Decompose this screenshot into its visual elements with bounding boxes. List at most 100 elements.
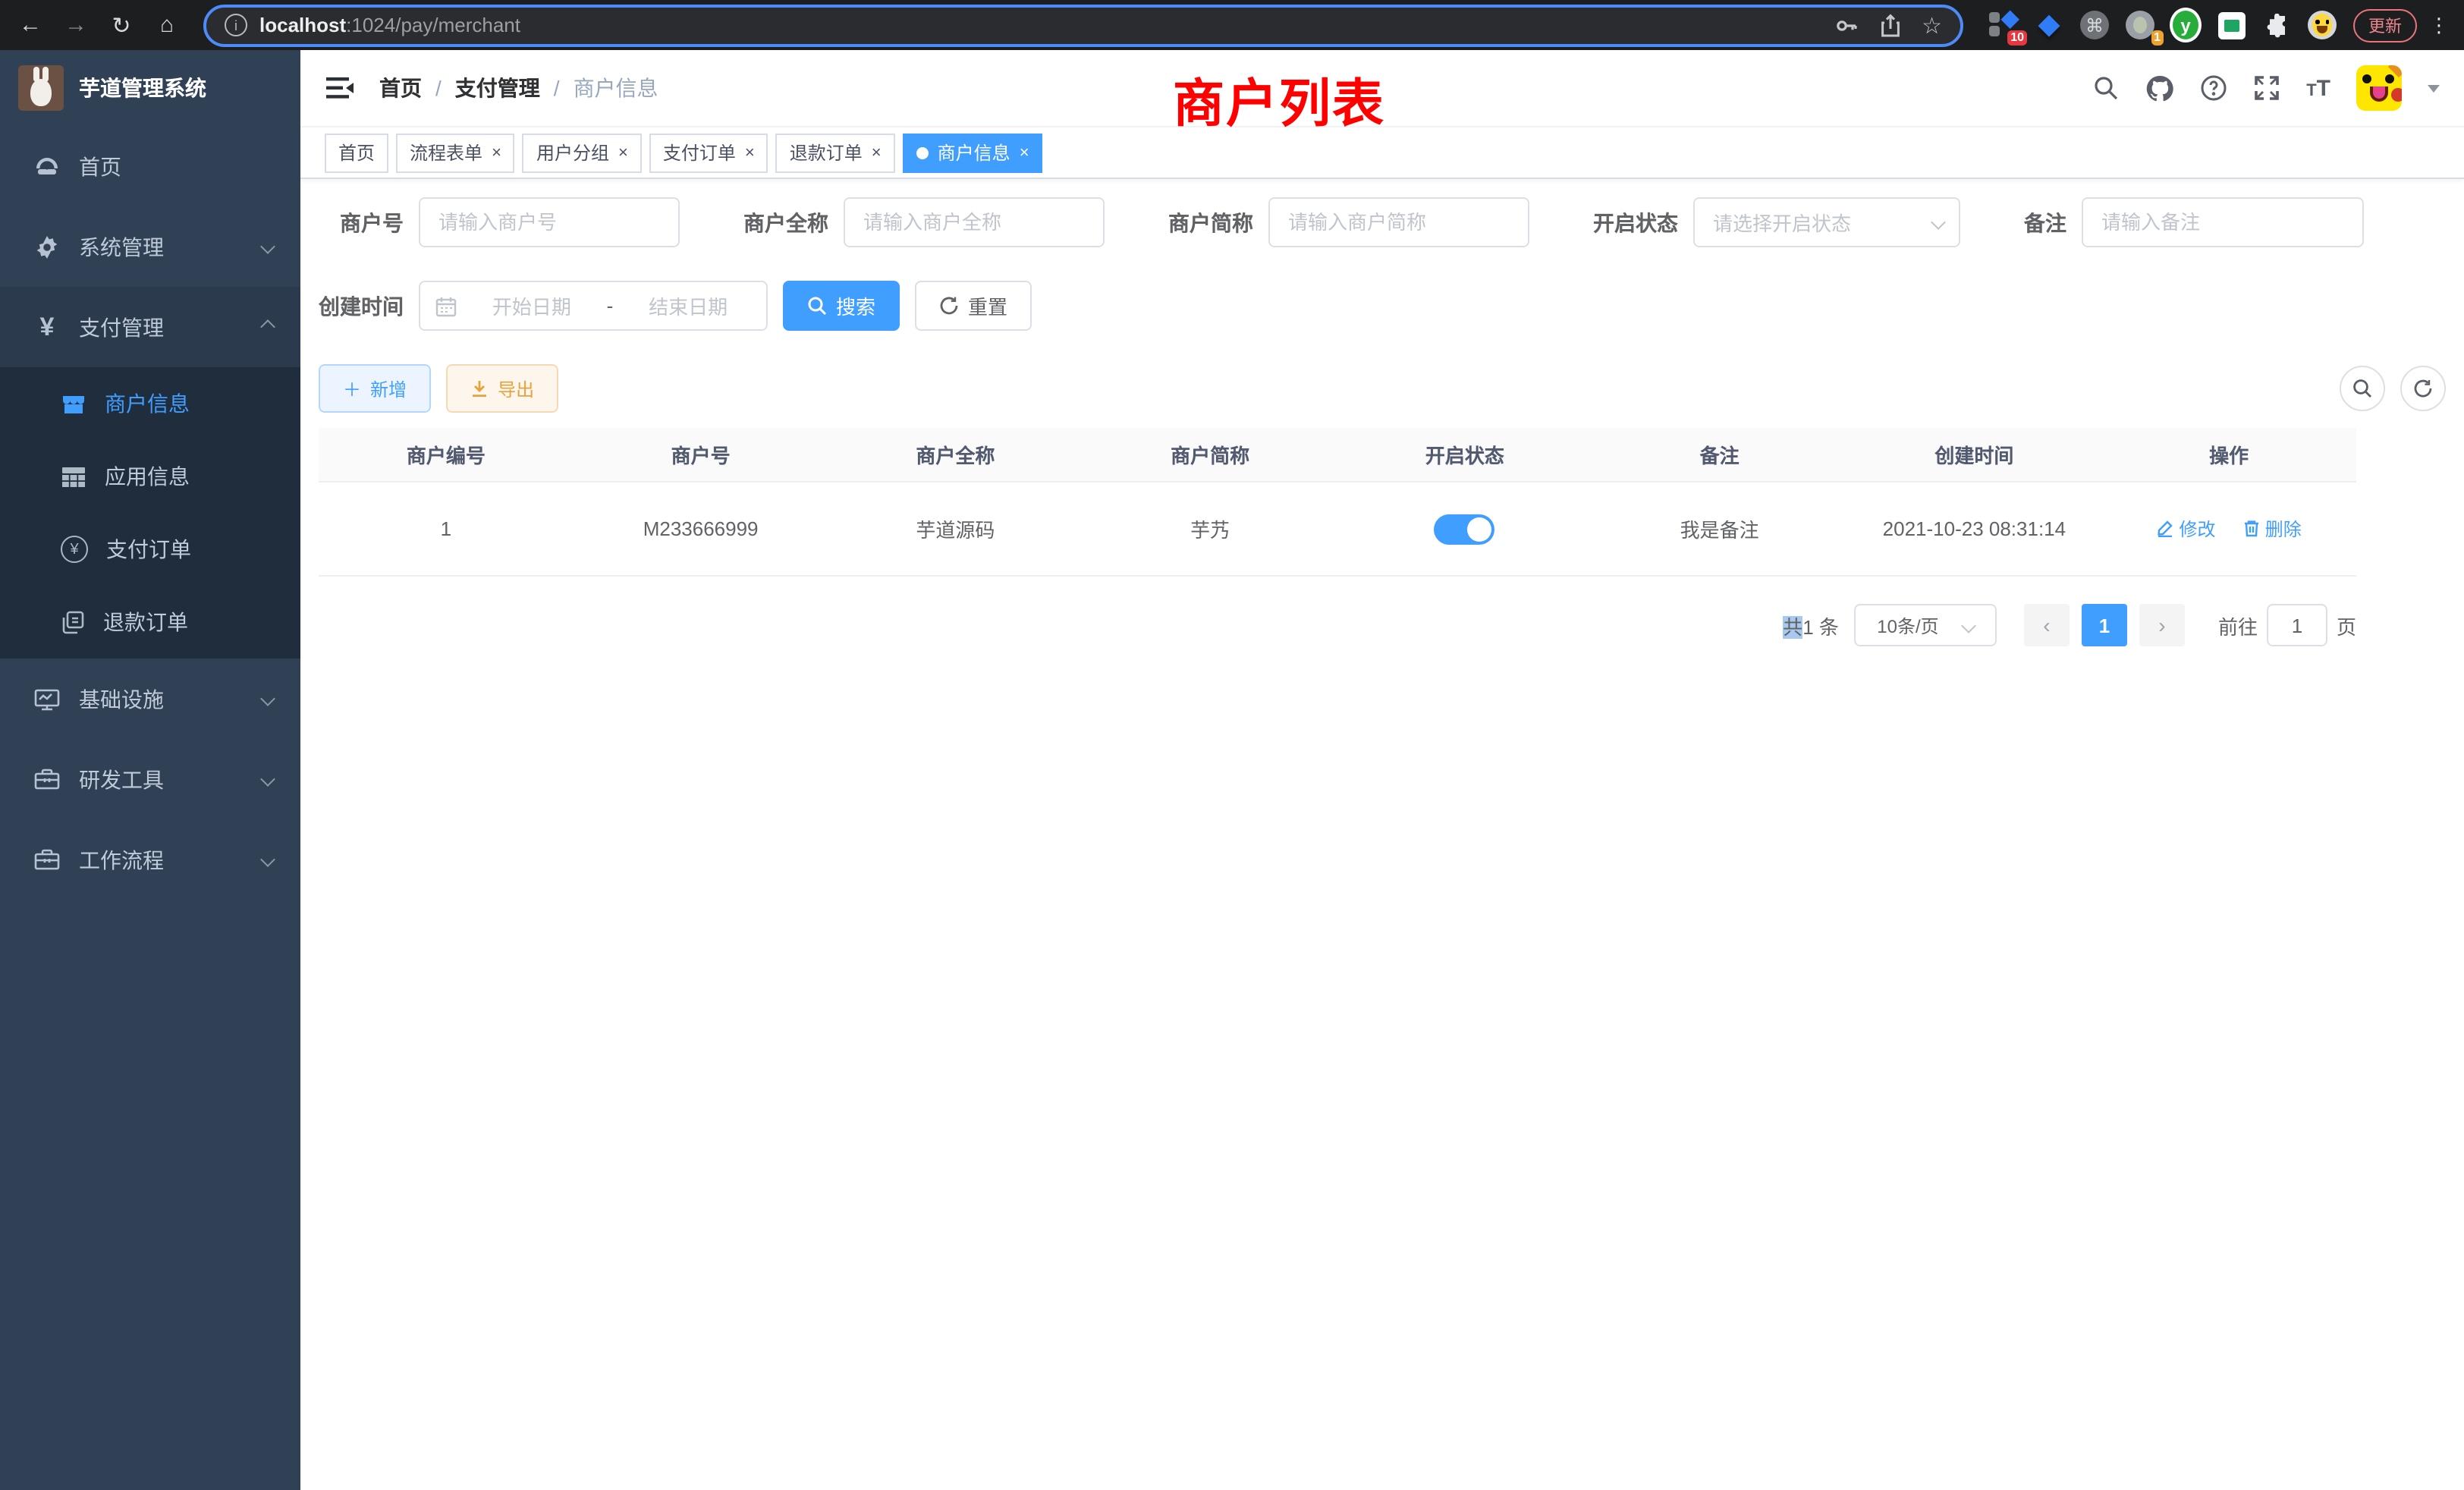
sidebar-item-label: 应用信息: [105, 461, 190, 492]
close-icon[interactable]: ×: [618, 143, 628, 162]
cell-merchant-no: M233666999: [574, 482, 828, 576]
sidebar-item-label: 基础设施: [79, 684, 262, 714]
pagination-total-unit: 条: [1819, 615, 1839, 638]
toggle-knob: [1468, 517, 1492, 541]
site-info-icon[interactable]: i: [225, 14, 247, 36]
export-button[interactable]: 导出: [446, 364, 558, 413]
password-key-icon[interactable]: [1834, 13, 1858, 37]
photos-extension-icon[interactable]: ◆ 10: [1988, 9, 2019, 41]
sidebar-item-app-info[interactable]: 应用信息: [0, 440, 300, 513]
close-icon[interactable]: ×: [745, 143, 755, 162]
create-time-range-picker[interactable]: 开始日期 - 结束日期: [419, 281, 768, 331]
sidebar-item-label: 首页: [79, 151, 273, 181]
tab-label: 商户信息: [938, 140, 1010, 165]
sidebar-item-system[interactable]: 系统管理: [0, 206, 300, 287]
fullscreen-icon[interactable]: [2253, 74, 2280, 102]
reset-button[interactable]: 重置: [915, 281, 1032, 331]
add-button[interactable]: ＋ 新增: [319, 364, 431, 413]
kite-extension-icon[interactable]: ◆: [2033, 9, 2065, 41]
github-icon[interactable]: [2145, 74, 2174, 102]
goto-page-input[interactable]: [2267, 604, 2327, 646]
filter-full-name: 商户全称: [743, 197, 1105, 247]
sidebar-menu: 首页 系统管理 ¥ 支付管理 商户信息: [0, 126, 300, 1490]
tab-refund-order[interactable]: 退款订单 ×: [776, 133, 895, 172]
urlbar-icons: ☆: [1834, 11, 1942, 39]
plus-icon: ＋: [343, 376, 361, 401]
filter-label: 商户号: [340, 207, 404, 237]
toolbox-icon: [30, 765, 64, 793]
tab-merchant-info[interactable]: 商户信息 ×: [903, 133, 1043, 172]
refresh-icon: [939, 296, 959, 316]
delete-link-label: 删除: [2265, 516, 2302, 542]
breadcrumb-pay[interactable]: 支付管理: [455, 73, 540, 103]
breadcrumb-home[interactable]: 首页: [379, 73, 422, 103]
menu-fold-icon[interactable]: [325, 74, 355, 102]
full-name-input[interactable]: [844, 197, 1105, 247]
merchant-no-input[interactable]: [419, 197, 680, 247]
url-text: localhost:1024/pay/merchant: [259, 14, 1821, 36]
avatar-dropdown-caret[interactable]: [2428, 84, 2440, 92]
tab-home[interactable]: 首页: [325, 133, 388, 172]
browser-home-button[interactable]: ⌂: [149, 7, 185, 43]
sidebar-item-merchant-info[interactable]: 商户信息: [0, 367, 300, 440]
breadcrumb: 首页 / 支付管理 / 商户信息: [379, 73, 658, 103]
tab-process-form[interactable]: 流程表单×: [396, 133, 515, 172]
toolbar-row: ＋ 新增 导出: [319, 364, 2446, 413]
browser-update-button[interactable]: 更新: [2353, 8, 2417, 42]
status-toggle[interactable]: [1435, 514, 1495, 544]
filter-short-name: 商户简称: [1168, 197, 1529, 247]
next-page-button[interactable]: ›: [2139, 604, 2185, 646]
remark-input[interactable]: [2082, 197, 2364, 247]
sidebar-item-workflow[interactable]: 工作流程: [0, 819, 300, 900]
sidebar-item-refund-order[interactable]: 退款订单: [0, 586, 300, 659]
tab-user-group[interactable]: 用户分组×: [523, 133, 642, 172]
prev-page-button[interactable]: ‹: [2024, 604, 2070, 646]
end-date-placeholder: 结束日期: [625, 291, 751, 320]
search-button[interactable]: 搜索: [783, 281, 900, 331]
refresh-table-button[interactable]: [2400, 366, 2446, 411]
page-size-select[interactable]: 10条/页: [1854, 604, 1997, 646]
sidebar-item-devtools[interactable]: 研发工具: [0, 739, 300, 819]
calendar-icon: [435, 295, 457, 316]
page-1-button[interactable]: 1: [2082, 604, 2127, 646]
short-name-input[interactable]: [1268, 197, 1529, 247]
tab-pay-order[interactable]: 支付订单×: [649, 133, 768, 172]
status-select[interactable]: 请选择开启状态: [1693, 197, 1960, 247]
topbar: 首页 / 支付管理 / 商户信息 商户列表 TT: [300, 50, 2464, 127]
emoji-extension-icon[interactable]: [2306, 9, 2338, 41]
chat-extension-icon[interactable]: [2215, 9, 2247, 41]
sidebar-item-infra[interactable]: 基础设施: [0, 659, 300, 739]
cell-create-time: 2021-10-23 08:31:14: [1847, 482, 2102, 576]
sidebar-item-label: 支付管理: [79, 312, 262, 342]
browser-back-button[interactable]: ←: [12, 7, 49, 43]
font-size-icon[interactable]: TT: [2306, 75, 2330, 101]
cell-merchant-id: 1: [319, 482, 574, 576]
tab-label: 退款订单: [790, 140, 863, 165]
briefcase-icon: [30, 846, 64, 873]
search-icon[interactable]: [2092, 74, 2120, 102]
browser-menu-icon[interactable]: ⋮: [2426, 13, 2452, 37]
sidebar-item-pay[interactable]: ¥ 支付管理: [0, 287, 300, 367]
sidebar-item-pay-order[interactable]: ¥ 支付订单: [0, 513, 300, 586]
close-icon[interactable]: ×: [1020, 143, 1029, 162]
browser-address-bar[interactable]: i localhost:1024/pay/merchant ☆: [203, 4, 1963, 46]
browser-forward-button[interactable]: →: [58, 7, 94, 43]
delete-link[interactable]: 删除: [2242, 516, 2302, 542]
show-search-toggle-button[interactable]: [2340, 366, 2385, 411]
sidebar-logo[interactable]: 芋道管理系统: [0, 50, 300, 126]
y-extension-icon[interactable]: y: [2170, 9, 2202, 41]
puzzle-extensions-icon[interactable]: [2261, 9, 2293, 41]
user-avatar[interactable]: [2356, 65, 2402, 111]
browser-reload-button[interactable]: ↻: [103, 7, 140, 43]
close-icon[interactable]: ×: [872, 143, 882, 162]
share-icon[interactable]: [1879, 13, 1900, 37]
bookmark-star-icon[interactable]: ☆: [1922, 11, 1942, 39]
command-extension-icon[interactable]: ⌘: [2079, 9, 2110, 41]
profile-extension-icon[interactable]: 1: [2124, 9, 2156, 41]
help-icon[interactable]: [2200, 74, 2227, 102]
edit-link[interactable]: 修改: [2156, 516, 2215, 542]
sidebar-item-home[interactable]: 首页: [0, 126, 300, 206]
download-icon: [470, 379, 489, 398]
table-tools: [2340, 366, 2446, 411]
close-icon[interactable]: ×: [492, 143, 501, 162]
